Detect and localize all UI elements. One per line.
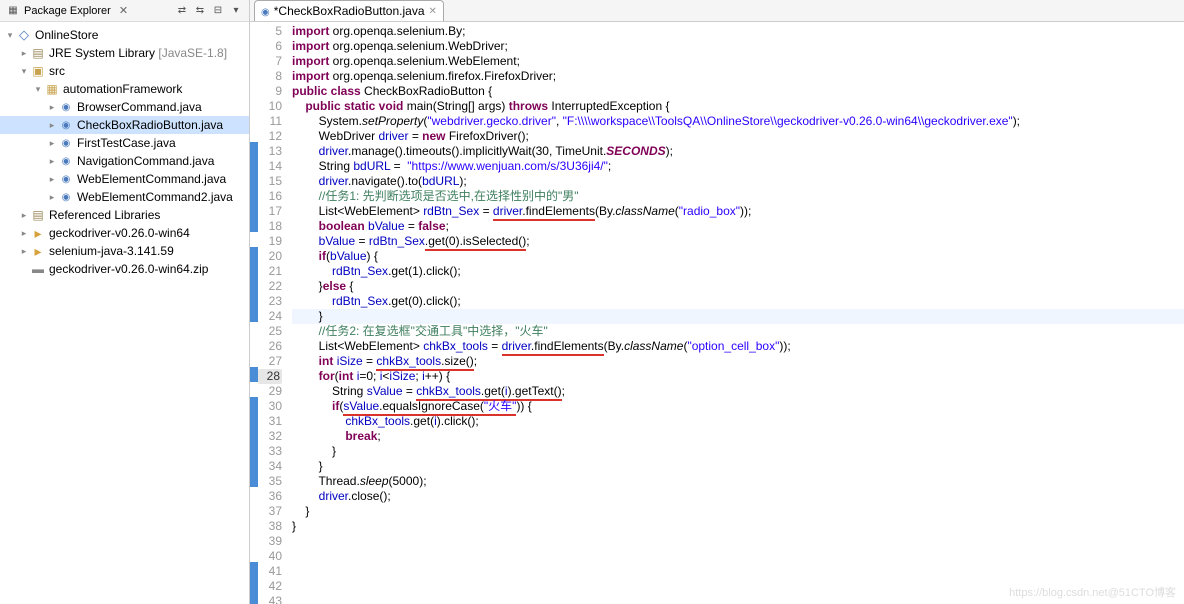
tree-item[interactable]: geckodriver-v0.26.0-win64.zip	[0, 260, 249, 278]
tree-item[interactable]: ▸FirstTestCase.java	[0, 134, 249, 152]
tree-item[interactable]: ▾automationFramework	[0, 80, 249, 98]
editor-area: *CheckBoxRadioButton.java ✕ 567891011121…	[250, 0, 1184, 604]
tree-item[interactable]: ▸CheckBoxRadioButton.java	[0, 116, 249, 134]
java-icon	[261, 4, 270, 18]
tree-item[interactable]: ▸WebElementCommand.java	[0, 170, 249, 188]
line-numbers: 5678910111213141516171819202122232425262…	[258, 22, 286, 604]
tree-item[interactable]: ▸JRE System Library [JavaSE-1.8]	[0, 44, 249, 62]
tree-item[interactable]: ▸NavigationCommand.java	[0, 152, 249, 170]
breakpoint-gutter[interactable]	[250, 22, 258, 604]
explorer-header: ▦ Package Explorer ✕ ⇄ ⇆ ⊟ ▾	[0, 0, 249, 22]
tree-item[interactable]: ▸BrowserCommand.java	[0, 98, 249, 116]
tree-item[interactable]: ▸selenium-java-3.141.59	[0, 242, 249, 260]
code-editor[interactable]: 5678910111213141516171819202122232425262…	[250, 22, 1184, 604]
tab-checkboxradiobutton[interactable]: *CheckBoxRadioButton.java ✕	[254, 0, 444, 21]
tree-item[interactable]: ▾src	[0, 62, 249, 80]
code-content[interactable]: import org.openqa.selenium.By;import org…	[286, 22, 1184, 604]
tab-close-icon[interactable]: ✕	[429, 6, 437, 17]
tree-item[interactable]: ▾OnlineStore	[0, 26, 249, 44]
package-icon: ▦	[6, 4, 20, 18]
menu-icon[interactable]: ▾	[229, 4, 243, 18]
tab-bar: *CheckBoxRadioButton.java ✕	[250, 0, 1184, 22]
focus-icon[interactable]: ⊟	[211, 4, 225, 18]
explorer-title: Package Explorer	[24, 5, 111, 17]
package-explorer-panel: ▦ Package Explorer ✕ ⇄ ⇆ ⊟ ▾ ▾OnlineStor…	[0, 0, 250, 604]
link-editor-icon[interactable]: ⇆	[193, 4, 207, 18]
project-tree[interactable]: ▾OnlineStore▸JRE System Library [JavaSE-…	[0, 22, 249, 282]
tree-item[interactable]: ▸WebElementCommand2.java	[0, 188, 249, 206]
collapse-icon[interactable]: ⇄	[175, 4, 189, 18]
close-icon[interactable]: ✕	[119, 4, 128, 17]
tree-item[interactable]: ▸Referenced Libraries	[0, 206, 249, 224]
watermark: https://blog.csdn.net@51CTO博客	[1009, 584, 1176, 600]
tree-item[interactable]: ▸geckodriver-v0.26.0-win64	[0, 224, 249, 242]
tab-title: *CheckBoxRadioButton.java	[274, 4, 425, 18]
